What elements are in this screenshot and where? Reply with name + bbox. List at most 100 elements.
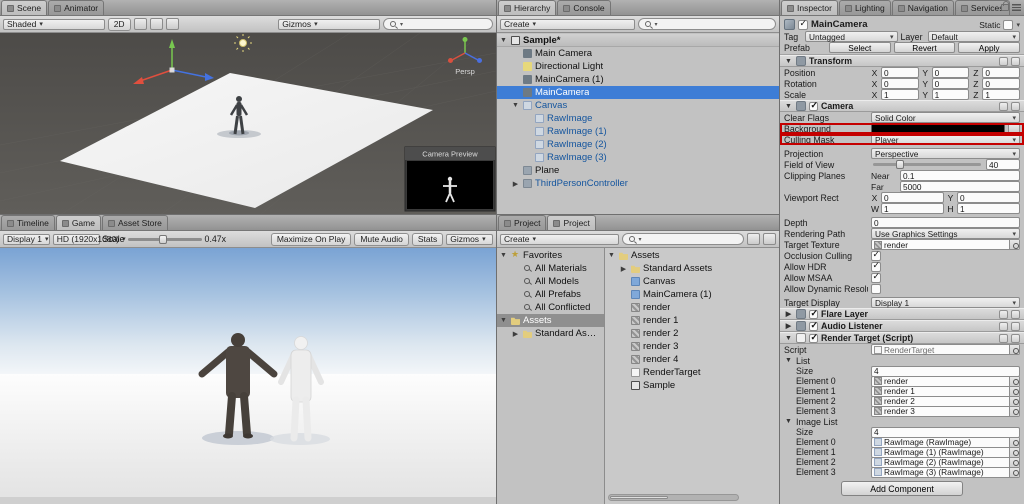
object-picker-icon[interactable] [1009,406,1019,416]
panel-tab[interactable]: Project [547,215,596,230]
fov-field[interactable]: 40 [986,159,1020,170]
project-asset-item[interactable]: RenderTarget [605,366,779,379]
allow-hdr-checkbox[interactable] [871,260,881,272]
rendering-path-dropdown[interactable]: Use Graphics Settings [871,228,1020,239]
hierarchy-item[interactable]: RawImage (2) [497,138,779,151]
object-picker-icon[interactable] [1009,457,1019,467]
gear-icon[interactable] [1011,56,1020,66]
allow-dynamic-resolution-checkbox[interactable] [871,283,881,294]
project-folder-item[interactable]: All Prefabs [497,288,604,301]
background-color-field[interactable] [871,123,1005,134]
hierarchy-item[interactable]: Main Camera [497,47,779,60]
prefab-select-button[interactable]: Select [829,42,891,53]
maximize-on-play-toggle[interactable]: Maximize On Play [270,232,352,246]
project-asset-item[interactable]: Canvas [605,275,779,288]
tag-dropdown[interactable]: Untagged [805,31,898,42]
gear-icon[interactable] [1011,333,1020,343]
object-picker-icon[interactable] [1009,437,1019,447]
project-asset-item[interactable]: ▶ Standard Assets [605,262,779,275]
render-target-header[interactable]: ▼ Render Target (Script) [780,332,1024,344]
z-field[interactable]: 0 [982,78,1021,89]
lock-icon[interactable] [1001,1,1009,11]
viewport-y-field[interactable]: 0 [957,192,1020,203]
depth-field[interactable]: 0 [871,217,1020,228]
gizmos-dropdown[interactable]: Gizmos [278,18,380,30]
hierarchy-item[interactable]: MainCamera [497,86,779,99]
2d-toggle[interactable]: 2D [107,17,131,31]
create-dropdown[interactable]: Create [500,233,619,245]
project-folder-item[interactable]: ▶ Standard Assets [497,327,604,340]
z-field[interactable]: 0 [982,67,1021,78]
search-filter-dropdown-icon[interactable]: ▾ [655,21,658,28]
image-list-foldout-label[interactable]: Image List [796,417,838,427]
add-component-button[interactable]: Add Component [841,481,963,496]
scale-slider[interactable] [127,234,202,244]
project-asset-item[interactable]: render 1 [605,314,779,327]
object-name[interactable]: MainCamera [811,19,868,30]
script-enabled-checkbox[interactable] [809,332,818,343]
help-icon[interactable] [999,101,1008,111]
x-field[interactable]: 1 [881,89,919,100]
panel-tab[interactable]: Animator [48,0,105,15]
flare-enabled-checkbox[interactable] [809,308,818,319]
active-checkbox[interactable] [798,18,808,30]
panel-tab[interactable]: Navigation [891,0,954,15]
panel-tab[interactable]: Console [557,0,611,15]
camera-enabled-checkbox[interactable] [809,100,818,111]
column-slider-icon[interactable] [747,233,760,245]
hierarchy-item[interactable]: ▼ Sample* [497,34,779,47]
scrollbar-thumb[interactable] [610,496,669,499]
fov-slider[interactable] [873,160,981,169]
render-texture-object-field[interactable]: render 2 [871,395,1020,407]
hierarchy-item[interactable]: MainCamera (1) [497,73,779,86]
panel-tab[interactable]: Scene [1,0,48,15]
foldout-icon[interactable]: ▼ [499,317,508,324]
rawimage-object-field[interactable]: RawImage (2) (RawImage) [871,456,1020,468]
audio-listener-header[interactable]: ▶ Audio Listener [780,320,1024,332]
project-asset-item[interactable]: render 4 [605,353,779,366]
fov-slider-knob[interactable] [895,160,904,169]
foldout-icon[interactable]: ▼ [784,58,793,65]
project-folder-item[interactable]: All Materials [497,262,604,275]
panel-tab[interactable]: Lighting [838,0,891,15]
menu-icon[interactable] [1012,4,1021,11]
project-folder-item[interactable]: All Conflicted [497,301,604,314]
object-picker-icon[interactable] [1009,386,1019,396]
mute-audio-toggle[interactable]: Mute Audio [354,232,409,246]
project-asset-item[interactable]: render 3 [605,340,779,353]
clear-flags-dropdown[interactable]: Solid Color [871,112,1020,123]
object-picker-icon[interactable] [1009,396,1019,406]
viewport-h-field[interactable]: 1 [957,203,1020,214]
prefab-apply-button[interactable]: Apply [958,42,1021,53]
help-icon[interactable] [999,309,1008,319]
static-dropdown-icon[interactable]: ▾ [1016,21,1020,29]
hierarchy-item[interactable]: Plane [497,164,779,177]
gear-icon[interactable] [1011,309,1020,319]
foldout-icon[interactable]: ▼ [499,252,508,259]
search-filter-dropdown-icon[interactable]: ▾ [639,236,642,243]
project-asset-item[interactable]: ▼ Assets [605,249,779,262]
audio-toggle-icon[interactable] [149,18,163,30]
panel-tab[interactable]: Inspector [781,0,838,15]
search-filter-dropdown-icon[interactable]: ▾ [400,21,403,28]
image-list-size-field[interactable]: 4 [871,426,1020,438]
foldout-icon[interactable]: ▼ [499,37,508,44]
viewport-w-field[interactable]: 1 [881,203,944,214]
help-icon[interactable] [999,321,1008,331]
game-viewport[interactable] [0,248,496,504]
foldout-icon[interactable]: ▼ [511,102,520,109]
rawimage-object-field[interactable]: RawImage (RawImage) [871,436,1020,448]
render-texture-object-field[interactable]: render 3 [871,405,1020,417]
object-picker-icon[interactable] [1009,240,1019,249]
scale-slider-knob[interactable] [158,234,167,244]
panel-tab[interactable]: Project [498,215,547,230]
script-object-field[interactable]: RenderTarget [871,344,1020,355]
stats-toggle[interactable]: Stats [411,232,444,246]
project-asset-item[interactable]: Sample [605,379,779,392]
foldout-icon[interactable]: ▶ [511,330,520,338]
rawimage-object-field[interactable]: RawImage (1) (RawImage) [871,446,1020,458]
static-checkbox[interactable] [1003,19,1014,30]
viewport-x-field[interactable]: 0 [881,192,944,203]
list-size-field[interactable]: 4 [871,365,1020,377]
hierarchy-item[interactable]: ▼ Canvas [497,99,779,112]
